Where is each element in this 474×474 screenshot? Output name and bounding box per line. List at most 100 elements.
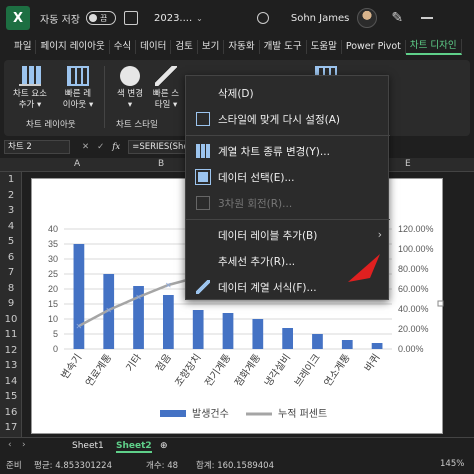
x-category-label: 연소계통 xyxy=(322,352,353,389)
tab-automate[interactable]: 자동화 xyxy=(224,40,260,54)
x-category-label: 브레이크 xyxy=(292,352,323,389)
chevron-right-icon[interactable]: › xyxy=(22,440,26,450)
x-category-label: 점화계통 xyxy=(232,352,263,389)
sheet-tab-sheet2[interactable]: Sheet2 xyxy=(116,441,152,453)
status-bar: 준비 평균: 4.853301224 개수: 48 합계: 160.158940… xyxy=(0,455,474,474)
row-header[interactable]: 6 xyxy=(0,252,22,263)
tab-formulas[interactable]: 수식 xyxy=(110,40,137,54)
status-count: 개수: 48 xyxy=(146,461,179,471)
tab-file[interactable]: 파일 xyxy=(0,40,37,54)
quick-layout-label: 빠른 레 이아웃 ▾ xyxy=(62,89,94,110)
chart-bar xyxy=(222,313,234,349)
row-header[interactable]: 10 xyxy=(0,314,22,325)
autosave-toggle[interactable]: 끔 xyxy=(85,11,116,25)
x-category-label: 전기계통 xyxy=(203,352,234,389)
tab-developer[interactable]: 개발 도구 xyxy=(260,40,307,54)
y-right-tick-label: 40.00% xyxy=(398,304,429,314)
file-name[interactable]: 2023.... xyxy=(154,13,192,24)
zoom-level[interactable]: 145% xyxy=(440,459,464,469)
menu-item-select-data[interactable]: 데이터 선택(E)... xyxy=(186,164,390,190)
row-header[interactable]: 3 xyxy=(0,205,22,216)
quick-layout-icon xyxy=(67,66,89,86)
search-icon[interactable] xyxy=(256,12,269,24)
column-header[interactable]: E xyxy=(405,159,411,169)
chart-bar xyxy=(282,328,294,349)
chart-element-icon xyxy=(19,66,41,86)
status-average: 평균: 4.853301224 xyxy=(34,461,112,471)
tab-page-layout[interactable]: 페이지 레이아웃 xyxy=(36,40,110,54)
line-point-marker: ✕ xyxy=(165,281,172,290)
tab-power-pivot[interactable]: Power Pivot xyxy=(342,40,406,54)
chart-bar xyxy=(371,343,383,349)
y-left-tick-label: 25 xyxy=(48,269,58,279)
y-right-tick-label: 120.00% xyxy=(398,224,434,234)
chart-layout-group-title: 차트 레이아웃 xyxy=(26,120,76,130)
menu-item-reset-style[interactable]: 스타일에 맞게 다시 설정(A) xyxy=(186,106,390,132)
chart-resize-handle xyxy=(437,300,444,307)
red-arrow-icon xyxy=(348,254,380,282)
chart-bar xyxy=(312,334,323,349)
excel-logo-icon: X xyxy=(6,6,30,30)
y-left-tick-label: 10 xyxy=(48,314,58,324)
chevron-left-icon[interactable]: ‹ xyxy=(8,440,12,450)
quick-styles-button[interactable]: 빠른 스 타일 ▾ xyxy=(144,66,188,111)
row-header[interactable]: 1 xyxy=(0,174,22,185)
row-header[interactable]: 9 xyxy=(0,298,22,309)
chart-styles-group-title: 차트 스타일 xyxy=(116,120,158,130)
row-header[interactable]: 12 xyxy=(0,345,22,356)
insert-function-icon[interactable]: fx xyxy=(112,142,120,152)
title-bar: X 자동 저장 끔 2023.... ⌄ Sohn James ✎ xyxy=(0,0,474,36)
row-header[interactable]: 4 xyxy=(0,221,22,232)
menu-item-label: 스타일에 맞게 다시 설정(A) xyxy=(218,113,340,126)
row-header[interactable]: 7 xyxy=(0,267,22,278)
cancel-icon[interactable]: ✕ xyxy=(82,142,89,152)
row-header[interactable]: 2 xyxy=(0,190,22,201)
line-point-marker: ✕ xyxy=(105,306,112,315)
minimize-icon[interactable] xyxy=(421,17,434,19)
menu-item-add-data-labels[interactable]: 데이터 레이블 추가(B) › xyxy=(186,222,390,248)
column-header[interactable]: A xyxy=(74,159,80,169)
add-chart-element-button[interactable]: 차트 요소 추가 ▾ xyxy=(8,66,52,111)
confirm-icon[interactable]: ✓ xyxy=(97,142,104,152)
quick-layout-button[interactable]: 빠른 레 이아웃 ▾ xyxy=(56,66,100,111)
reset-style-icon xyxy=(196,112,210,126)
line-point-marker: ✕ xyxy=(135,293,142,302)
tab-view[interactable]: 보기 xyxy=(198,40,225,54)
chevron-down-icon[interactable]: ⌄ xyxy=(196,14,203,23)
row-header[interactable]: 14 xyxy=(0,376,22,387)
menu-item-delete[interactable]: 삭제(D) xyxy=(186,80,390,106)
x-category-label: 조향장치 xyxy=(173,352,204,389)
name-box[interactable]: 차트 2 xyxy=(4,140,70,154)
x-category-label: 바퀴 xyxy=(362,352,382,374)
row-header[interactable]: 17 xyxy=(0,422,22,433)
x-category-label: 연료계통 xyxy=(83,352,114,389)
add-sheet-icon[interactable]: ⊕ xyxy=(160,441,168,451)
chart-bar xyxy=(192,310,204,349)
row-header[interactable]: 8 xyxy=(0,283,22,294)
avatar[interactable] xyxy=(357,8,378,28)
y-right-tick-label: 80.00% xyxy=(398,264,429,274)
line-point-marker: ✕ xyxy=(76,322,83,331)
row-header[interactable]: 15 xyxy=(0,391,22,402)
row-header[interactable]: 13 xyxy=(0,360,22,371)
tab-data[interactable]: 데이터 xyxy=(136,40,172,54)
column-header[interactable]: B xyxy=(158,159,164,169)
pen-icon[interactable]: ✎ xyxy=(391,10,403,26)
chart-bar xyxy=(73,244,85,349)
row-header[interactable]: 16 xyxy=(0,407,22,418)
menu-item-label: 계열 차트 종류 변경(Y)... xyxy=(218,145,330,158)
y-left-tick-label: 0 xyxy=(53,344,58,354)
toggle-knob xyxy=(88,14,97,22)
row-header[interactable]: 5 xyxy=(0,236,22,247)
user-name[interactable]: Sohn James xyxy=(291,13,350,24)
x-category-label: 점음 xyxy=(153,352,173,374)
save-icon[interactable] xyxy=(123,11,138,25)
y-right-tick-label: 100.00% xyxy=(398,244,434,254)
tab-review[interactable]: 검토 xyxy=(171,40,198,54)
menu-item-change-chart-type[interactable]: 계열 차트 종류 변경(Y)... xyxy=(186,138,390,164)
row-header[interactable]: 11 xyxy=(0,329,22,340)
tab-help[interactable]: 도움말 xyxy=(307,40,342,54)
tab-chart-design[interactable]: 차트 디자인 xyxy=(405,39,462,55)
menu-separator xyxy=(186,219,390,220)
sheet-tab-sheet1[interactable]: Sheet1 xyxy=(72,441,104,451)
